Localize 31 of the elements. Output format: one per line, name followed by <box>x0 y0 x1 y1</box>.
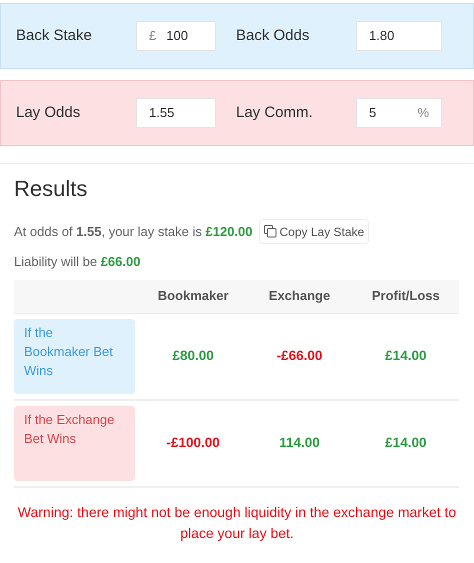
row-label: If the Bookmaker Bet Wins <box>14 318 135 394</box>
row-label: If the Exchange Bet Wins <box>14 406 135 480</box>
input-field[interactable]: 1.80 <box>356 21 442 51</box>
column-header: Profit/Loss <box>372 288 440 304</box>
table-cell: £80.00 <box>172 348 214 363</box>
input-field[interactable]: £ 100 <box>136 21 216 51</box>
field-label: Back Odds <box>236 26 310 46</box>
input-field[interactable]: 5 % <box>356 98 442 128</box>
field-value: 1.80 <box>369 27 396 46</box>
field-value: 5 <box>369 104 378 122</box>
table-cell: £14.00 <box>385 435 426 450</box>
copy-icon <box>264 225 277 238</box>
table-cell: -£66.00 <box>276 348 322 363</box>
column-header: Exchange <box>268 288 330 304</box>
copy-lay-stake-button[interactable]: Copy Lay Stake <box>258 219 370 244</box>
table-cell: -£100.00 <box>166 435 220 450</box>
field-label: Back Stake <box>16 26 93 46</box>
table-cell: £14.00 <box>385 348 426 363</box>
field-label: Lay Comm. <box>236 102 314 123</box>
field-value: 100 <box>166 27 189 46</box>
warning-text: Warning: there might not be enough liquidity in the exchange market to place your lay bet. <box>16 502 458 543</box>
input-field[interactable]: 1.55 <box>136 98 216 128</box>
field-value: 1.55 <box>149 104 176 122</box>
results-title: Results <box>14 175 88 203</box>
currency-symbol: £ <box>149 27 156 46</box>
table-cell: 114.00 <box>279 435 320 450</box>
lay-stake-text: At odds of 1.55, your lay stake is £120.00 <box>14 222 253 241</box>
liability-text: Liability will be £66.00 <box>14 253 142 271</box>
field-label: Lay Odds <box>16 102 82 123</box>
percent-symbol: % <box>417 104 429 122</box>
column-header: Bookmaker <box>158 288 229 304</box>
